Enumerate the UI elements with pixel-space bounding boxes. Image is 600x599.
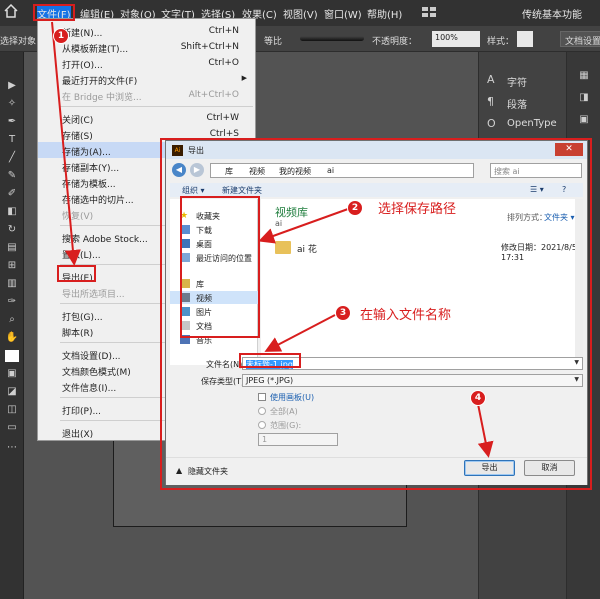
step-badge-4: 4 xyxy=(470,390,486,406)
step-badge-3: 3 xyxy=(335,305,351,321)
step-badge-1: 1 xyxy=(53,28,69,44)
annotation-enter-filename: 在输入文件名称 xyxy=(360,308,452,323)
step-badge-2: 2 xyxy=(347,200,363,216)
annotation-arrows xyxy=(51,21,494,458)
annotation-choose-path: 选择保存路径 xyxy=(378,202,457,217)
